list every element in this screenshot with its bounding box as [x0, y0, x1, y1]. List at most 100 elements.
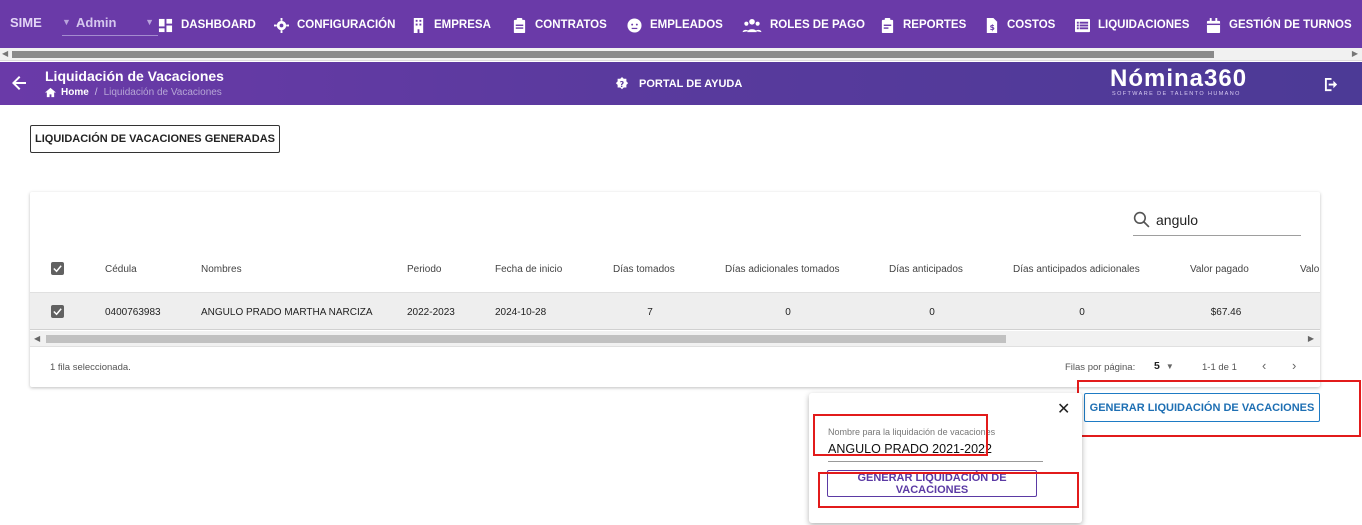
highlight-box-generate	[1077, 380, 1361, 437]
face-icon	[627, 17, 642, 33]
home-icon	[45, 87, 56, 98]
chevron-down-icon: ▼	[1165, 362, 1174, 371]
logout-icon[interactable]	[1324, 77, 1339, 92]
column-header-valor[interactable]: Valo	[1300, 264, 1319, 275]
column-header-valor-pagado[interactable]: Valor pagado	[1190, 264, 1249, 275]
nav-liquidaciones[interactable]: LIQUIDACIONES	[1075, 15, 1189, 35]
nav-reportes-label: REPORTES	[903, 19, 967, 31]
cell-valor-pagado: $67.46	[1210, 307, 1242, 318]
nav-gestion-label: GESTIÓN DE TURNOS	[1229, 19, 1352, 31]
prev-page-button[interactable]: ‹	[1262, 358, 1266, 373]
nav-reportes[interactable]: REPORTES	[880, 15, 966, 35]
nav-costos-label: COSTOS	[1007, 19, 1056, 31]
nav-contratos[interactable]: CONTRATOS	[512, 15, 607, 35]
calendar-icon	[1206, 17, 1221, 33]
scrollbar-thumb[interactable]	[12, 51, 1214, 58]
nav-dashboard-label: DASHBOARD	[181, 19, 256, 31]
row-checkbox[interactable]	[51, 305, 64, 318]
nav-configuracion[interactable]: CONFIGURACIÓN	[274, 15, 395, 35]
close-icon[interactable]: ✕	[1057, 399, 1070, 419]
column-header-nombres[interactable]: Nombres	[201, 264, 242, 275]
nav-dashboard[interactable]: DASHBOARD	[158, 15, 256, 35]
nav-empleados[interactable]: EMPLEADOS	[627, 15, 723, 35]
check-icon	[53, 308, 62, 316]
svg-text:$: $	[990, 23, 995, 32]
logo-word: Nómina360	[1110, 65, 1248, 92]
column-header-periodo[interactable]: Periodo	[407, 264, 441, 275]
check-icon	[53, 265, 62, 273]
page-range: 1-1 de 1	[1202, 362, 1237, 373]
highlight-box-name-field	[813, 414, 988, 456]
nav-gestion-turnos[interactable]: GESTIÓN DE TURNOS	[1206, 15, 1352, 35]
user-name: Admin	[76, 15, 117, 30]
top-navigation: SIME ▼ Admin ▼ DASHBOARD CONFIGURACIÓN E…	[0, 0, 1362, 48]
selected-rows-text: 1 fila seleccionada.	[50, 362, 131, 373]
gear-icon	[274, 17, 289, 33]
scroll-right-icon[interactable]: ▶	[1352, 49, 1358, 58]
cost-file-icon: $	[986, 17, 998, 33]
page-header: Liquidación de Vacaciones Home / Liquida…	[0, 62, 1362, 105]
cell-periodo: 2022-2023	[407, 307, 455, 318]
rows-per-page-label: Filas por página:	[1065, 362, 1136, 373]
scroll-left-icon[interactable]: ◀	[2, 49, 8, 58]
nav-liquidaciones-label: LIQUIDACIONES	[1098, 19, 1190, 31]
cell-cedula: 0400763983	[105, 307, 161, 318]
logo-tagline: SOFTWARE DE TALENTO HUMANO	[1112, 91, 1241, 97]
cell-dias-anticipados-adicionales: 0	[1079, 307, 1085, 318]
nav-empleados-label: EMPLEADOS	[650, 19, 723, 31]
rows-per-page-select[interactable]: 5 ▼	[1154, 360, 1174, 372]
cell-nombres: ANGULO PRADO MARTHA NARCIZA	[201, 307, 373, 318]
column-header-fecha-inicio[interactable]: Fecha de inicio	[495, 264, 562, 275]
breadcrumb: Home / Liquidación de Vacaciones	[45, 87, 222, 98]
generated-liquidations-button[interactable]: LIQUIDACIÓN DE VACACIONES GENERADAS	[30, 125, 280, 153]
rows-per-page-value: 5	[1154, 360, 1160, 372]
top-horizontal-scrollbar[interactable]: ◀ ▶	[0, 48, 1362, 61]
highlight-box-popover-button	[818, 472, 1079, 508]
data-table-card: angulo Cédula Nombres Periodo Fecha de i…	[30, 192, 1320, 387]
user-select[interactable]: ▼ Admin ▼	[62, 10, 158, 36]
back-arrow-icon[interactable]	[11, 75, 27, 91]
help-portal-label: PORTAL DE AYUDA	[639, 78, 743, 90]
column-header-dias-anticipados-adicionales[interactable]: Días anticipados adicionales	[1013, 264, 1140, 275]
breadcrumb-separator: /	[94, 87, 98, 98]
group-icon	[742, 18, 762, 32]
chevron-down-icon: ▼	[145, 17, 154, 27]
nav-configuracion-label: CONFIGURACIÓN	[297, 19, 396, 31]
scrollbar-thumb[interactable]	[46, 335, 1006, 343]
column-header-dias-anticipados[interactable]: Días anticipados	[889, 264, 963, 275]
clipboard-icon	[513, 17, 526, 33]
search-icon	[1133, 211, 1150, 228]
page-title: Liquidación de Vacaciones	[45, 68, 224, 84]
nav-contratos-label: CONTRATOS	[535, 19, 607, 31]
caret-icon: ▼	[62, 17, 71, 27]
column-header-dias-adicionales[interactable]: Días adicionales tomados	[725, 264, 840, 275]
search-input[interactable]: angulo	[1133, 210, 1301, 236]
cell-dias-anticipados: 0	[929, 307, 935, 318]
building-icon	[413, 17, 424, 33]
column-header-cedula[interactable]: Cédula	[105, 264, 137, 275]
list-icon	[1075, 18, 1090, 32]
table-horizontal-scrollbar[interactable]: ◀ ▶	[30, 331, 1320, 347]
cell-fecha-inicio: 2024-10-28	[495, 307, 547, 318]
search-value: angulo	[1156, 212, 1199, 228]
scroll-right-icon[interactable]: ▶	[1308, 334, 1314, 343]
next-page-button[interactable]: ›	[1292, 358, 1296, 373]
nav-costos[interactable]: $ COSTOS	[984, 15, 1055, 35]
report-icon	[881, 17, 894, 33]
nav-empresa[interactable]: EMPRESA	[411, 15, 491, 35]
select-all-checkbox[interactable]	[51, 262, 64, 275]
scroll-left-icon[interactable]: ◀	[34, 334, 40, 343]
breadcrumb-home-label: Home	[61, 87, 89, 98]
column-header-dias-tomados[interactable]: Días tomados	[613, 264, 675, 275]
table-row[interactable]: 0400763983 ANGULO PRADO MARTHA NARCIZA 2…	[30, 293, 1320, 330]
nav-roles-label: ROLES DE PAGO	[770, 19, 865, 31]
brand-label: SIME	[10, 15, 42, 30]
help-portal-link[interactable]: ? PORTAL DE AYUDA	[615, 77, 742, 91]
breadcrumb-current: Liquidación de Vacaciones	[103, 87, 222, 98]
dashboard-icon	[158, 18, 173, 32]
nav-empresa-label: EMPRESA	[434, 19, 491, 31]
breadcrumb-home[interactable]: Home	[45, 87, 89, 98]
help-icon: ?	[615, 77, 629, 90]
nav-roles-de-pago[interactable]: ROLES DE PAGO	[742, 15, 865, 35]
input-underline	[828, 461, 1043, 462]
